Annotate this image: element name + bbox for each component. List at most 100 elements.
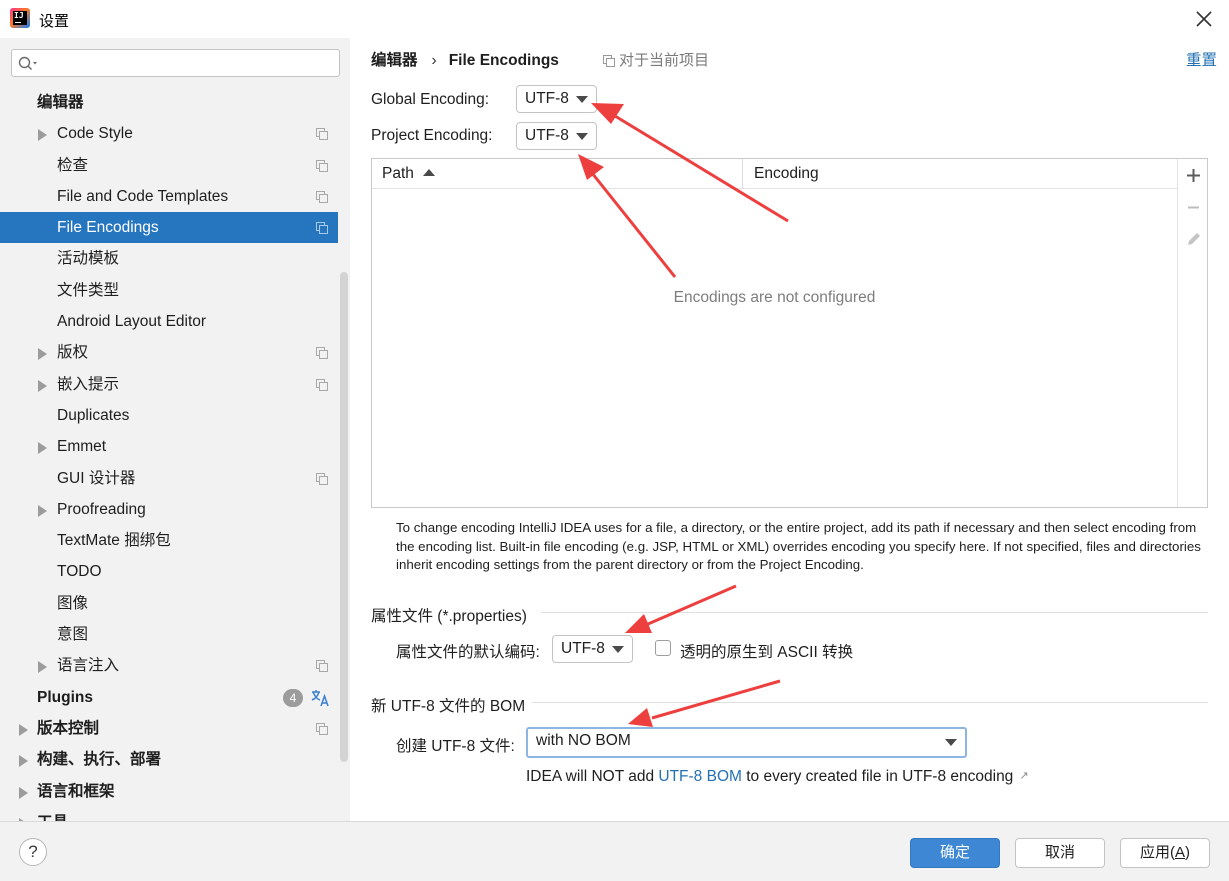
column-header-encoding[interactable]: Encoding bbox=[754, 165, 819, 183]
bom-dropdown[interactable]: with NO BOM bbox=[526, 727, 967, 758]
sidebar-item-label: 版本控制 bbox=[37, 719, 100, 737]
sidebar-item-label: Plugins bbox=[37, 688, 93, 706]
sidebar-item-版本控制[interactable]: 版本控制 bbox=[0, 713, 338, 744]
cancel-button[interactable]: 取消 bbox=[1015, 838, 1105, 868]
settings-sidebar: 编辑器 Code Style 检查 File and Code Templates Fi… bbox=[0, 38, 350, 821]
updates-count-badge: 4 bbox=[283, 688, 303, 707]
sidebar-item-构建-执行-部署[interactable]: 构建、执行、部署 bbox=[0, 744, 338, 775]
chevron-right-icon[interactable] bbox=[38, 379, 47, 392]
plus-icon[interactable] bbox=[1185, 167, 1202, 184]
breadcrumb-current: File Encodings bbox=[448, 52, 559, 69]
sidebar-item-todo[interactable]: TODO bbox=[0, 556, 338, 587]
sidebar-item-编辑器[interactable]: 编辑器 bbox=[0, 87, 338, 118]
sidebar-item-duplicates[interactable]: Duplicates bbox=[0, 400, 338, 431]
column-header-path[interactable]: Path bbox=[382, 165, 435, 183]
settings-tree: 编辑器 Code Style 检查 File and Code Templates Fi… bbox=[0, 87, 338, 821]
sidebar-item-意图[interactable]: 意图 bbox=[0, 619, 338, 650]
chevron-right-icon[interactable] bbox=[19, 723, 28, 736]
properties-section-title: 属性文件 (*.properties) bbox=[371, 608, 527, 625]
sidebar-item-label: 编辑器 bbox=[37, 94, 84, 111]
sidebar-item-检查[interactable]: 检查 bbox=[0, 150, 338, 181]
chevron-down-icon bbox=[576, 96, 588, 103]
column-divider[interactable] bbox=[742, 159, 743, 189]
sidebar-item-file-encodings[interactable]: File Encodings bbox=[0, 212, 338, 244]
chevron-right-icon[interactable] bbox=[38, 504, 47, 517]
project-encoding-value: UTF-8 bbox=[525, 127, 569, 144]
sidebar-item-版权[interactable]: 版权 bbox=[0, 337, 338, 368]
chevron-right-icon[interactable] bbox=[19, 755, 28, 768]
sidebar-item-file-and-code-templates[interactable]: File and Code Templates bbox=[0, 181, 338, 212]
bom-info-prefix: IDEA will NOT add bbox=[526, 768, 655, 785]
sidebar-item-label: 检查 bbox=[57, 156, 89, 174]
sidebar-item-文件类型[interactable]: 文件类型 bbox=[0, 275, 338, 306]
table-empty-text: Encodings are not configured bbox=[673, 289, 876, 306]
sidebar-item-code-style[interactable]: Code Style bbox=[0, 118, 338, 149]
edit-icon[interactable] bbox=[1185, 231, 1202, 248]
native-to-ascii-label[interactable]: 透明的原生到 ASCII 转换 bbox=[680, 640, 853, 662]
chevron-right-icon[interactable] bbox=[38, 661, 47, 674]
path-encoding-table: Path Encoding Encodings are not configur… bbox=[371, 158, 1208, 508]
sidebar-item-label: File Encodings bbox=[57, 219, 159, 237]
sidebar-item-label: Proofreading bbox=[57, 500, 146, 518]
project-scope-icon bbox=[316, 472, 328, 485]
sidebar-item-plugins[interactable]: Plugins 4 bbox=[0, 682, 338, 713]
properties-encoding-value: UTF-8 bbox=[561, 640, 605, 657]
encoding-help-text: To change encoding IntelliJ IDEA uses fo… bbox=[396, 520, 1201, 572]
sidebar-item-图像[interactable]: 图像 bbox=[0, 588, 338, 619]
sidebar-item-语言注入[interactable]: 语言注入 bbox=[0, 650, 338, 681]
table-toolbar bbox=[1177, 159, 1208, 507]
ok-button[interactable]: 确定 bbox=[910, 838, 1000, 868]
sidebar-item-label: 图像 bbox=[57, 594, 89, 612]
project-scope-label: 对于当前项目 bbox=[603, 49, 709, 70]
sidebar-item-工具[interactable]: 工具 bbox=[0, 807, 338, 821]
section-divider bbox=[532, 702, 1208, 703]
global-encoding-label: Global Encoding: bbox=[371, 91, 490, 108]
chevron-down-icon bbox=[576, 133, 588, 140]
reset-link[interactable]: 重置 bbox=[1186, 48, 1217, 70]
sidebar-item-label: 意图 bbox=[57, 626, 89, 644]
section-divider bbox=[541, 612, 1208, 613]
bom-info-suffix: to every created file in UTF-8 encoding bbox=[746, 768, 1014, 785]
sidebar-item-label: 文件类型 bbox=[57, 281, 120, 299]
project-scope-icon bbox=[603, 55, 615, 67]
settings-content: 编辑器 › File Encodings 对于当前项目 重置 Global Enco… bbox=[350, 38, 1229, 821]
create-utf8-label: 创建 UTF-8 文件: bbox=[396, 738, 515, 755]
sidebar-scroll-thumb[interactable] bbox=[340, 272, 348, 762]
breadcrumb: 编辑器 › File Encodings bbox=[371, 48, 559, 70]
dialog-footer: ? 确定 取消 应用(A) bbox=[0, 821, 1229, 881]
apply-button[interactable]: 应用(A) bbox=[1120, 838, 1210, 868]
sidebar-item-proofreading[interactable]: Proofreading bbox=[0, 494, 338, 525]
project-encoding-dropdown[interactable]: UTF-8 bbox=[516, 122, 597, 150]
sidebar-item-textmate-捆绑包[interactable]: TextMate 捆绑包 bbox=[0, 525, 338, 556]
sidebar-item-label: GUI 设计器 bbox=[57, 469, 136, 487]
minus-icon[interactable] bbox=[1185, 199, 1202, 216]
chevron-down-icon bbox=[612, 646, 624, 653]
sidebar-item-label: 嵌入提示 bbox=[57, 375, 120, 393]
help-button[interactable]: ? bbox=[19, 838, 47, 866]
sidebar-item-语言和框架[interactable]: 语言和框架 bbox=[0, 776, 338, 807]
sidebar-item-label: 工具 bbox=[37, 807, 68, 821]
breadcrumb-parent[interactable]: 编辑器 bbox=[371, 52, 418, 69]
chevron-right-icon[interactable] bbox=[19, 786, 28, 799]
close-icon[interactable] bbox=[1191, 6, 1217, 32]
chevron-right-icon[interactable] bbox=[38, 348, 47, 361]
native-to-ascii-checkbox[interactable] bbox=[655, 640, 671, 656]
chevron-right-icon[interactable] bbox=[38, 129, 47, 142]
sidebar-item-嵌入提示[interactable]: 嵌入提示 bbox=[0, 369, 338, 400]
search-input[interactable] bbox=[11, 49, 340, 77]
global-encoding-dropdown[interactable]: UTF-8 bbox=[516, 85, 597, 113]
sidebar-item-emmet[interactable]: Emmet bbox=[0, 431, 338, 462]
project-encoding-label: Project Encoding: bbox=[371, 127, 493, 144]
sidebar-item-label: Duplicates bbox=[57, 406, 130, 424]
chevron-right-icon[interactable] bbox=[38, 442, 47, 455]
sidebar-item-gui-设计器[interactable]: GUI 设计器 bbox=[0, 463, 338, 494]
external-link-icon: ↗ bbox=[1019, 770, 1029, 782]
sidebar-item-android-layout-editor[interactable]: Android Layout Editor bbox=[0, 306, 338, 337]
bom-info-line: IDEA will NOT add UTF-8 BOM to every cre… bbox=[526, 768, 1029, 786]
sidebar-item-活动模板[interactable]: 活动模板 bbox=[0, 243, 338, 274]
sidebar-item-label: TextMate 捆绑包 bbox=[57, 532, 171, 550]
properties-encoding-dropdown[interactable]: UTF-8 bbox=[552, 635, 633, 663]
project-scope-icon bbox=[316, 222, 328, 235]
utf8-bom-link[interactable]: UTF-8 BOM bbox=[658, 768, 742, 785]
properties-default-label: 属性文件的默认编码: bbox=[396, 644, 540, 661]
